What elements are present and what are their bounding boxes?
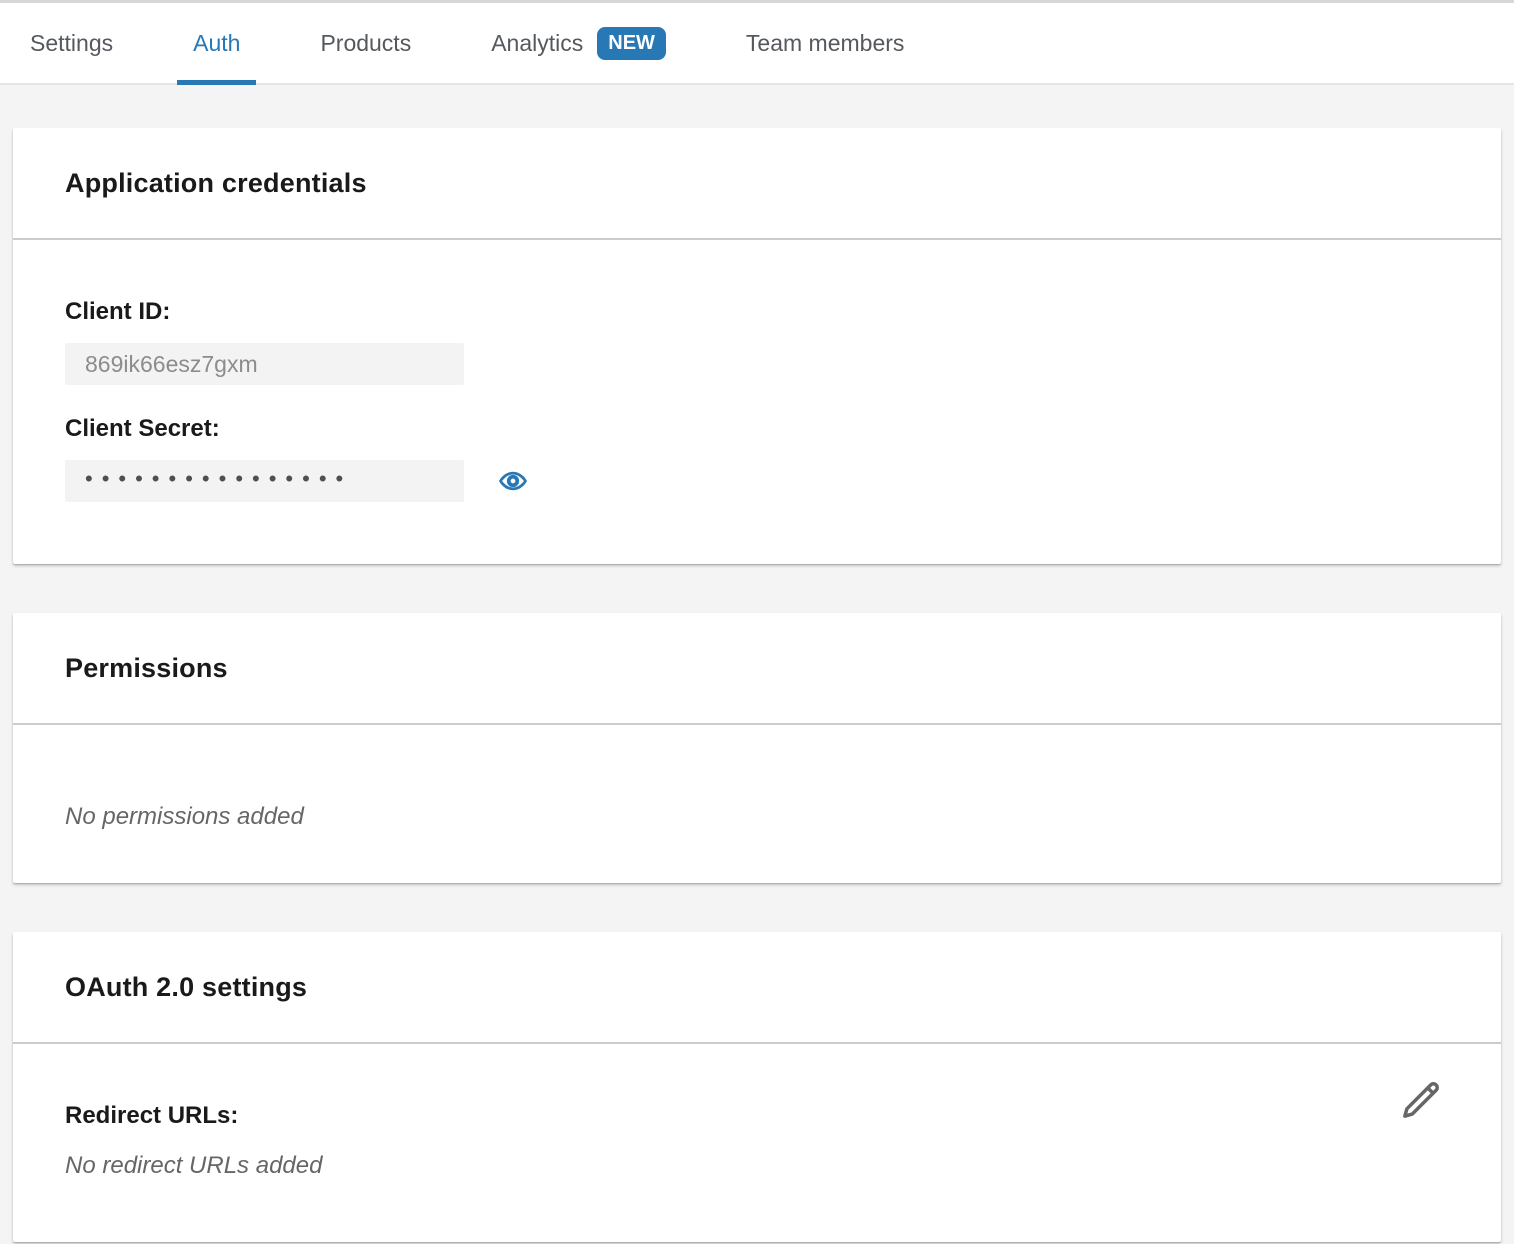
tab-auth[interactable]: Auth (177, 3, 256, 83)
client-secret-masked-value: •••••••••••••••• (85, 468, 352, 490)
pencil-icon (1399, 1078, 1443, 1122)
eye-icon (498, 466, 528, 496)
tab-analytics[interactable]: Analytics NEW (475, 3, 682, 83)
tab-settings[interactable]: Settings (14, 3, 129, 83)
tab-settings-label: Settings (30, 30, 113, 57)
tab-team-members[interactable]: Team members (730, 3, 920, 83)
oauth-settings-header: OAuth 2.0 settings (13, 932, 1501, 1044)
client-secret-label: Client Secret: (65, 415, 1449, 443)
page-content: Application credentials Client ID: 869ik… (0, 85, 1514, 1242)
permissions-header: Permissions (13, 613, 1501, 725)
reveal-secret-button[interactable] (498, 466, 528, 496)
tab-products[interactable]: Products (304, 3, 427, 83)
application-credentials-card: Application credentials Client ID: 869ik… (13, 128, 1501, 564)
permissions-body: No permissions added (13, 725, 1501, 883)
tab-products-label: Products (320, 30, 411, 57)
new-badge: NEW (597, 27, 666, 60)
client-id-value: 869ik66esz7gxm (85, 351, 258, 378)
application-credentials-title: Application credentials (65, 168, 367, 199)
application-credentials-body: Client ID: 869ik66esz7gxm Client Secret:… (13, 240, 1501, 564)
tab-auth-label: Auth (193, 30, 240, 57)
tab-analytics-label: Analytics (491, 30, 583, 57)
redirect-urls-label: Redirect URLs: (65, 1102, 1449, 1130)
permissions-empty-message: No permissions added (65, 803, 1449, 831)
client-secret-field[interactable]: •••••••••••••••• (65, 460, 464, 502)
oauth-settings-title: OAuth 2.0 settings (65, 972, 307, 1003)
application-credentials-header: Application credentials (13, 128, 1501, 240)
client-id-field[interactable]: 869ik66esz7gxm (65, 343, 464, 385)
oauth-settings-body: Redirect URLs: No redirect URLs added (13, 1044, 1501, 1242)
oauth-settings-card: OAuth 2.0 settings Redirect URLs: No red… (13, 932, 1501, 1242)
permissions-title: Permissions (65, 653, 228, 684)
redirect-urls-empty-message: No redirect URLs added (65, 1152, 1449, 1180)
tab-team-members-label: Team members (746, 30, 904, 57)
permissions-card: Permissions No permissions added (13, 613, 1501, 883)
client-id-label: Client ID: (65, 298, 1449, 326)
client-secret-row: •••••••••••••••• (65, 460, 1449, 502)
edit-redirect-urls-button[interactable] (1399, 1078, 1443, 1125)
tab-bar: Settings Auth Products Analytics NEW Tea… (0, 0, 1514, 85)
